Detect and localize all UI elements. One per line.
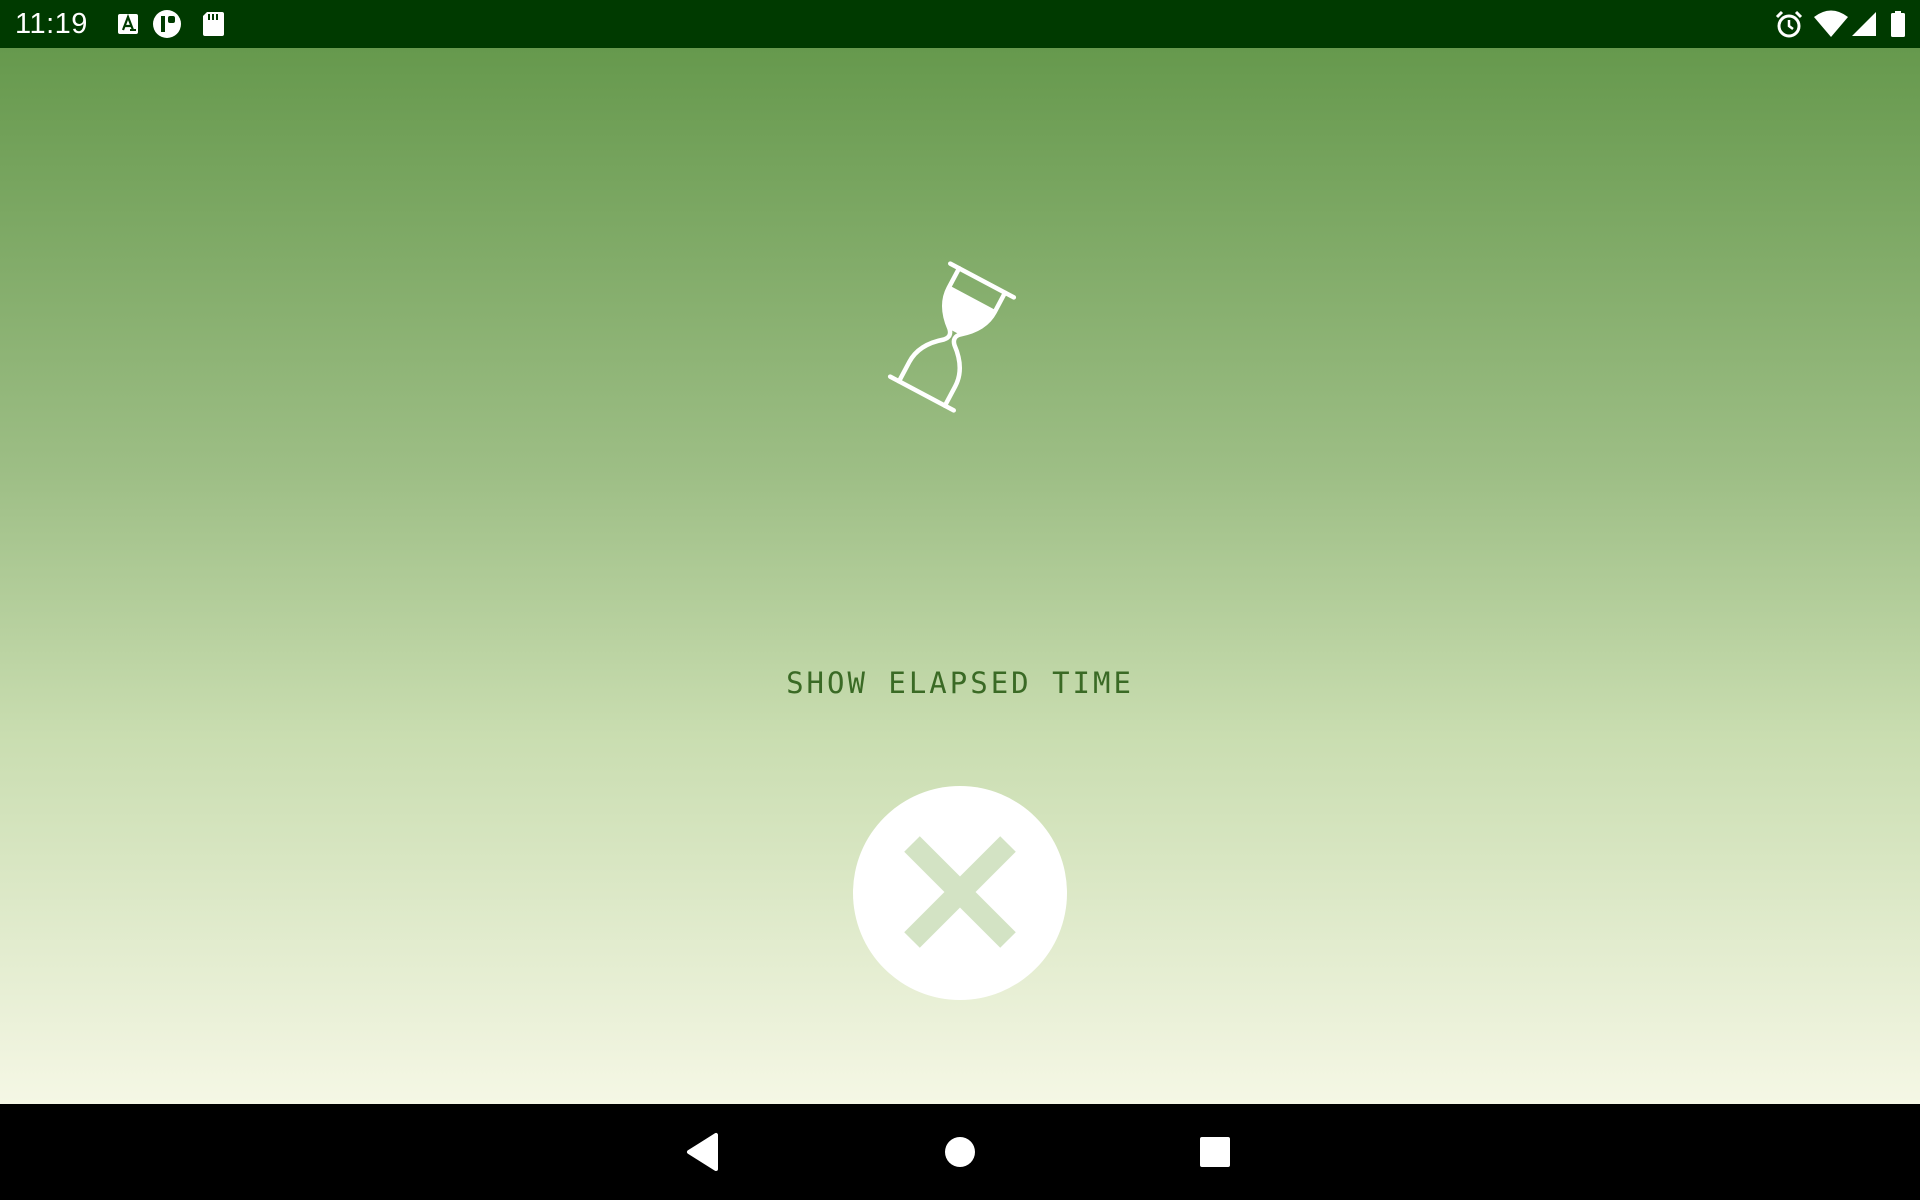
recents-button[interactable]: [1167, 1104, 1263, 1200]
cell-signal-icon: [1848, 0, 1882, 48]
alarm-icon: [1772, 0, 1806, 48]
close-icon: [904, 836, 1016, 948]
back-icon: [687, 1133, 718, 1171]
sd-card-icon: [198, 0, 228, 48]
close-button[interactable]: [853, 786, 1067, 1000]
navigation-bar: [0, 1104, 1920, 1200]
battery-icon: [1886, 0, 1910, 48]
home-icon: [945, 1137, 975, 1167]
app-notification-icon: [150, 0, 186, 48]
wifi-icon: [1812, 0, 1850, 48]
home-button[interactable]: [912, 1104, 1008, 1200]
status-time: 11:19: [15, 8, 88, 40]
recents-icon: [1200, 1137, 1230, 1167]
font-download-icon: [110, 0, 146, 48]
show-elapsed-time-label[interactable]: SHOW ELAPSED TIME: [0, 665, 1920, 701]
status-bar: 11:19: [0, 0, 1920, 48]
back-button[interactable]: [654, 1104, 750, 1200]
main-content: SHOW ELAPSED TIME: [0, 48, 1920, 1104]
hourglass-icon: [866, 251, 1038, 423]
